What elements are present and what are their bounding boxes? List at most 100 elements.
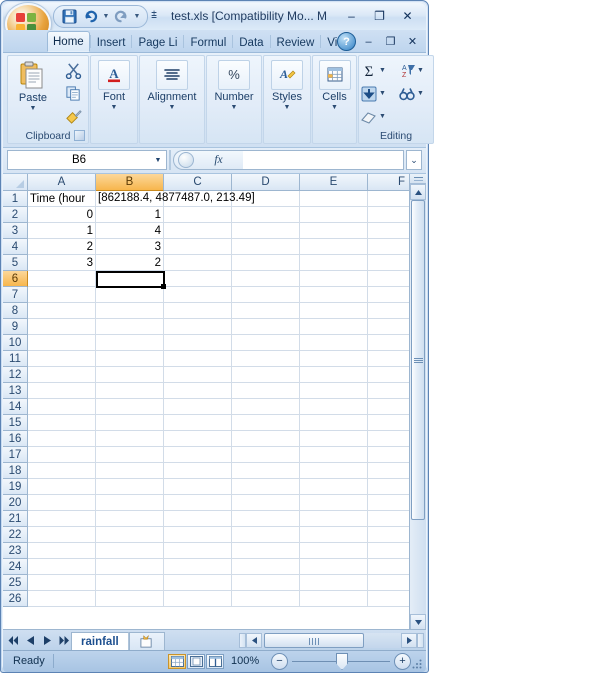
formula-input[interactable]	[243, 150, 404, 170]
cell-B10[interactable]	[96, 335, 164, 351]
cell-B19[interactable]	[96, 479, 164, 495]
cell-E5[interactable]	[300, 255, 368, 271]
row-header-21[interactable]: 21	[3, 511, 28, 527]
cell-A2[interactable]: 0	[28, 207, 96, 223]
cell-D14[interactable]	[232, 399, 300, 415]
cell-A9[interactable]	[28, 319, 96, 335]
horizontal-split-handle[interactable]	[239, 633, 246, 648]
cell-C11[interactable]	[164, 351, 232, 367]
cell-C24[interactable]	[164, 559, 232, 575]
undo-dropdown-icon[interactable]: ▼	[102, 8, 110, 26]
cell-B21[interactable]	[96, 511, 164, 527]
fill-dropdown-icon[interactable]: ▼	[379, 90, 386, 97]
vertical-scroll-thumb[interactable]	[411, 200, 425, 520]
redo-icon[interactable]	[112, 8, 131, 26]
restore-button[interactable]: ❐	[367, 7, 392, 24]
tab-formulas[interactable]: Formul	[184, 32, 232, 52]
copy-icon[interactable]	[62, 82, 84, 104]
row-header-18[interactable]: 18	[3, 463, 28, 479]
paste-button[interactable]: Paste ▼	[8, 59, 58, 112]
cell-B6[interactable]	[96, 271, 164, 287]
last-sheet-button[interactable]	[56, 632, 72, 648]
cell-B25[interactable]	[96, 575, 164, 591]
number-dropdown-icon[interactable]: ▼	[231, 104, 238, 111]
cell-E23[interactable]	[300, 543, 368, 559]
cell-C1[interactable]	[164, 191, 232, 207]
row-header-17[interactable]: 17	[3, 447, 28, 463]
cell-D6[interactable]	[232, 271, 300, 287]
cell-A14[interactable]	[28, 399, 96, 415]
cell-A20[interactable]	[28, 495, 96, 511]
cell-E11[interactable]	[300, 351, 368, 367]
undo-icon[interactable]	[81, 8, 100, 26]
cell-D17[interactable]	[232, 447, 300, 463]
clear-dropdown-icon[interactable]: ▼	[379, 113, 386, 120]
page-break-preview-button[interactable]	[206, 654, 224, 669]
cell-A4[interactable]: 2	[28, 239, 96, 255]
cut-icon[interactable]	[62, 59, 84, 81]
cell-E25[interactable]	[300, 575, 368, 591]
cell-D16[interactable]	[232, 431, 300, 447]
cell-B16[interactable]	[96, 431, 164, 447]
cell-D24[interactable]	[232, 559, 300, 575]
cell-A13[interactable]	[28, 383, 96, 399]
cell-C2[interactable]	[164, 207, 232, 223]
insert-function-icon[interactable]: fx	[194, 154, 243, 166]
tab-page-layout[interactable]: Page Li	[132, 32, 183, 52]
scroll-up-button[interactable]	[410, 184, 426, 200]
row-header-5[interactable]: 5	[3, 255, 28, 271]
horizontal-scroll-thumb[interactable]	[264, 633, 364, 648]
cell-A3[interactable]: 1	[28, 223, 96, 239]
tab-data[interactable]: Data	[233, 32, 269, 52]
close-workbook-button[interactable]: ✕	[403, 34, 422, 49]
row-header-12[interactable]: 12	[3, 367, 28, 383]
cell-B8[interactable]	[96, 303, 164, 319]
alignment-button[interactable]: Alignment ▼	[140, 56, 204, 111]
row-header-22[interactable]: 22	[3, 527, 28, 543]
cell-D23[interactable]	[232, 543, 300, 559]
cell-D13[interactable]	[232, 383, 300, 399]
clear-button[interactable]: ▼	[358, 105, 396, 128]
column-header-a[interactable]: A	[28, 174, 96, 191]
cell-A5[interactable]: 3	[28, 255, 96, 271]
cell-B5[interactable]: 2	[96, 255, 164, 271]
cell-A7[interactable]	[28, 287, 96, 303]
row-header-8[interactable]: 8	[3, 303, 28, 319]
zoom-in-button[interactable]: +	[394, 653, 411, 670]
cell-E2[interactable]	[300, 207, 368, 223]
cell-C9[interactable]	[164, 319, 232, 335]
cell-E24[interactable]	[300, 559, 368, 575]
cell-A21[interactable]	[28, 511, 96, 527]
cell-D4[interactable]	[232, 239, 300, 255]
cell-B26[interactable]	[96, 591, 164, 607]
cell-D20[interactable]	[232, 495, 300, 511]
cell-A24[interactable]	[28, 559, 96, 575]
sort-filter-button[interactable]: A Z ▼	[396, 59, 434, 82]
cell-D15[interactable]	[232, 415, 300, 431]
next-sheet-button[interactable]	[39, 632, 55, 648]
column-header-d[interactable]: D	[232, 174, 300, 191]
cell-D1[interactable]	[232, 191, 300, 207]
find-select-button[interactable]: ▼	[396, 82, 434, 105]
cell-D19[interactable]	[232, 479, 300, 495]
cell-B7[interactable]	[96, 287, 164, 303]
cell-C10[interactable]	[164, 335, 232, 351]
cell-C26[interactable]	[164, 591, 232, 607]
cell-E6[interactable]	[300, 271, 368, 287]
cell-A25[interactable]	[28, 575, 96, 591]
cell-E21[interactable]	[300, 511, 368, 527]
cell-B4[interactable]: 3	[96, 239, 164, 255]
row-header-2[interactable]: 2	[3, 207, 28, 223]
cell-B18[interactable]	[96, 463, 164, 479]
cell-E26[interactable]	[300, 591, 368, 607]
cell-A8[interactable]	[28, 303, 96, 319]
cell-E17[interactable]	[300, 447, 368, 463]
column-header-b[interactable]: B	[96, 174, 164, 191]
cell-D3[interactable]	[232, 223, 300, 239]
cell-A17[interactable]	[28, 447, 96, 463]
minimize-button[interactable]: –	[339, 7, 364, 24]
cell-C4[interactable]	[164, 239, 232, 255]
cell-E7[interactable]	[300, 287, 368, 303]
cell-B24[interactable]	[96, 559, 164, 575]
zoom-out-button[interactable]: −	[271, 653, 288, 670]
